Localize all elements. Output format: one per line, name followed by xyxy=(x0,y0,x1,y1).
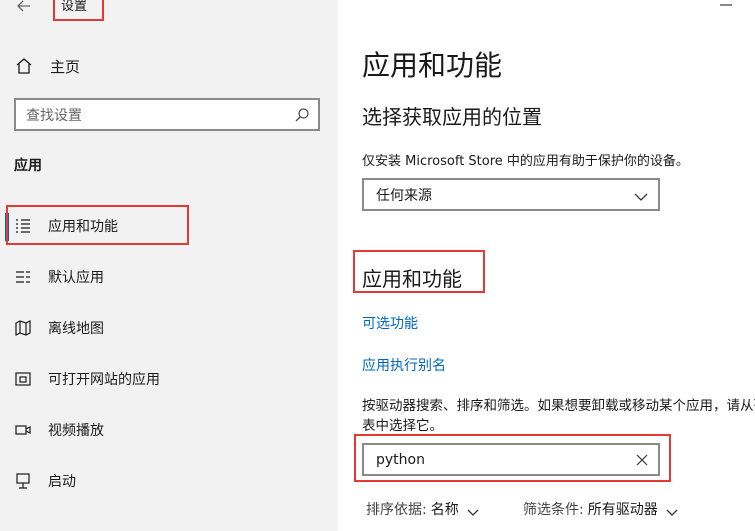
app-source-dropdown[interactable]: 任何来源 xyxy=(362,178,660,211)
source-description: 仅安装 Microsoft Store 中的应用有助于保护你的设备。 xyxy=(362,154,689,169)
sidebar-item-startup[interactable]: 启动 xyxy=(14,469,76,493)
sidebar-item-label: 应用和功能 xyxy=(48,219,118,235)
active-indicator xyxy=(5,213,9,241)
default-apps-icon xyxy=(14,268,32,286)
home-nav-item[interactable]: 主页 xyxy=(14,54,80,78)
settings-search-input[interactable]: 查找设置 xyxy=(14,98,320,131)
sidebar-item-label: 默认应用 xyxy=(48,270,104,286)
startup-icon xyxy=(14,472,32,490)
sidebar: 设置 主页 查找设置 应用 应用和功能 默认应用 离线地图 可打开网站的应用 视… xyxy=(0,0,338,531)
optional-features-link[interactable]: 可选功能 xyxy=(362,313,418,333)
sort-label: 排序依据: xyxy=(366,502,427,518)
chevron-down-icon xyxy=(666,505,678,516)
sidebar-item-label: 视频播放 xyxy=(48,423,104,439)
sidebar-item-label: 启动 xyxy=(48,474,76,490)
sidebar-item-offline-maps[interactable]: 离线地图 xyxy=(14,316,104,340)
apps-features-heading: 应用和功能 xyxy=(362,267,462,291)
sidebar-item-apps-for-websites[interactable]: 可打开网站的应用 xyxy=(14,367,160,391)
video-playback-icon xyxy=(14,421,32,439)
minimize-icon[interactable] xyxy=(720,4,732,6)
app-execution-alias-link[interactable]: 应用执行别名 xyxy=(362,355,446,375)
apps-features-icon xyxy=(14,217,32,235)
app-source-value: 任何来源 xyxy=(376,187,432,204)
back-arrow-icon[interactable] xyxy=(14,0,34,16)
filter-by-control[interactable]: 筛选条件: 所有驱动器 xyxy=(523,499,678,519)
filter-label: 筛选条件: xyxy=(523,502,584,518)
search-description: 按驱动器搜索、排序和筛选。如果想要卸载或移动某个应用，请从列表中选择它。 xyxy=(362,398,755,434)
chevron-down-icon xyxy=(634,190,648,201)
chevron-down-icon xyxy=(467,505,479,516)
apps-for-websites-icon xyxy=(14,370,32,388)
app-search-input[interactable]: python xyxy=(362,443,660,476)
source-heading: 选择获取应用的位置 xyxy=(362,105,542,129)
filter-value: 所有驱动器 xyxy=(587,502,658,518)
search-placeholder: 查找设置 xyxy=(26,107,82,124)
sidebar-item-default-apps[interactable]: 默认应用 xyxy=(14,265,104,289)
search-icon[interactable] xyxy=(294,107,310,123)
app-search-value: python xyxy=(376,451,425,468)
sidebar-item-label: 可打开网站的应用 xyxy=(48,372,160,388)
sort-value: 名称 xyxy=(430,502,459,518)
sidebar-item-apps-features[interactable]: 应用和功能 xyxy=(14,214,118,238)
sort-by-control[interactable]: 排序依据: 名称 xyxy=(366,499,479,519)
sidebar-item-video-playback[interactable]: 视频播放 xyxy=(14,418,104,442)
home-icon xyxy=(14,56,34,76)
offline-maps-icon xyxy=(14,319,32,337)
sidebar-item-label: 离线地图 xyxy=(48,321,104,337)
section-heading-apps: 应用 xyxy=(14,158,42,174)
close-icon[interactable] xyxy=(636,454,648,466)
page-title: 应用和功能 xyxy=(362,49,503,82)
window-title: 设置 xyxy=(61,0,88,14)
home-label: 主页 xyxy=(50,57,81,76)
